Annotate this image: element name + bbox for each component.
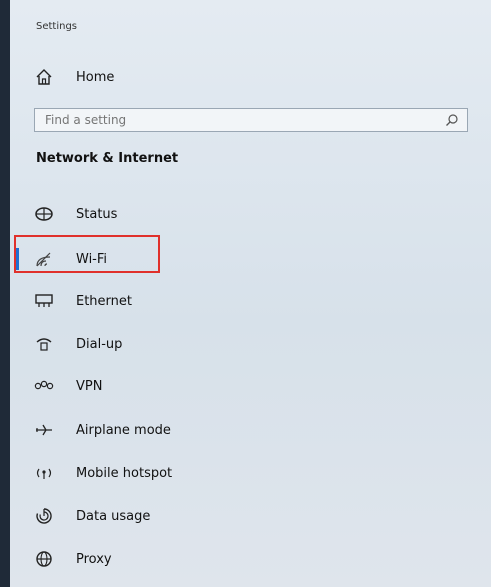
airplane-icon [34,420,54,440]
window-title: Settings [36,21,78,32]
nav-item-label: VPN [76,378,103,394]
nav-item-proxy[interactable]: Proxy [34,545,454,573]
section-title: Network & Internet [36,151,179,166]
home-nav-item[interactable]: Home [34,63,454,91]
nav-item-label: Dial-up [76,336,123,352]
globe-status-icon [34,204,54,224]
nav-item-label: Data usage [76,508,151,524]
nav-item-label: Airplane mode [76,422,171,438]
search-input[interactable] [43,112,427,128]
annotation-highlight-box [14,235,160,273]
taskbar-edge [0,0,10,587]
nav-item-vpn[interactable]: VPN [34,372,454,400]
vpn-icon [34,376,54,396]
search-box[interactable] [34,108,468,132]
nav-item-label: Mobile hotspot [76,465,173,481]
nav-item-data-usage[interactable]: Data usage [34,502,454,530]
nav-item-status[interactable]: Status [34,200,454,228]
search-icon[interactable] [445,113,459,127]
nav-item-dial-up[interactable]: Dial-up [34,330,454,358]
hotspot-icon [34,463,54,483]
nav-item-airplane-mode[interactable]: Airplane mode [34,416,454,444]
nav-item-label: Status [76,206,118,222]
nav-item-mobile-hotspot[interactable]: Mobile hotspot [34,459,454,487]
home-label: Home [76,69,115,85]
data-usage-icon [34,506,54,526]
nav-item-label: Proxy [76,551,112,567]
nav-item-label: Ethernet [76,293,132,309]
dial-up-icon [34,334,54,354]
proxy-icon [34,549,54,569]
nav-item-ethernet[interactable]: Ethernet [34,287,454,315]
home-icon [34,67,54,87]
ethernet-icon [34,291,54,311]
